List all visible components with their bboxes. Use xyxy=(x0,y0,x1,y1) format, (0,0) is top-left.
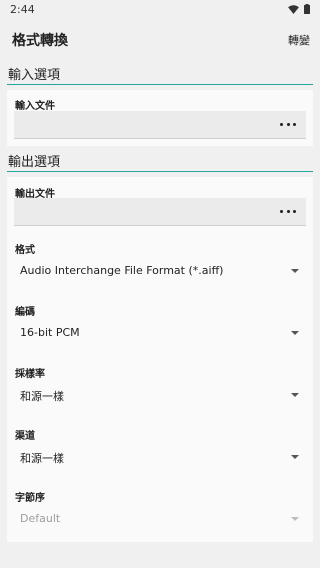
input-section-header: 輸入選項 xyxy=(7,63,313,85)
input-file-label: 輸入文件 xyxy=(15,101,55,112)
format-value: Audio Interchange File Format (*.aiff) xyxy=(20,264,224,277)
status-time: 2:44 xyxy=(10,3,35,16)
sample-rate-select[interactable]: 和源一樣 xyxy=(20,384,301,406)
byte-order-value: Default xyxy=(20,512,61,525)
byte-order-label: 字節序 xyxy=(15,493,45,504)
channels-label: 渠道 xyxy=(15,431,35,442)
channels-select[interactable]: 和源一樣 xyxy=(20,446,301,468)
app-bar: 格式轉換 轉變 xyxy=(0,20,320,58)
more-horiz-icon[interactable] xyxy=(280,117,296,131)
convert-button[interactable]: 轉變 xyxy=(288,32,310,48)
output-file-field[interactable] xyxy=(14,198,306,226)
dropdown-arrow-icon xyxy=(291,517,299,521)
sample-rate-value: 和源一樣 xyxy=(20,390,64,403)
sample-rate-label: 採樣率 xyxy=(15,369,45,380)
output-card: 輸出文件 格式 Audio Interchange File Format (*… xyxy=(7,177,313,542)
format-label: 格式 xyxy=(15,245,35,256)
format-select[interactable]: Audio Interchange File Format (*.aiff) xyxy=(20,260,301,282)
dropdown-arrow-icon xyxy=(291,269,299,273)
wifi-icon xyxy=(288,4,299,14)
channels-value: 和源一樣 xyxy=(20,452,64,465)
input-file-field[interactable] xyxy=(14,111,306,139)
encoding-select[interactable]: 16-bit PCM xyxy=(20,322,301,344)
more-horiz-icon[interactable] xyxy=(280,204,296,218)
encoding-value: 16-bit PCM xyxy=(20,326,80,339)
dropdown-arrow-icon xyxy=(291,455,299,459)
page-title: 格式轉換 xyxy=(12,33,68,49)
battery-icon xyxy=(304,4,310,14)
dropdown-arrow-icon xyxy=(291,393,299,397)
status-bar: 2:44 xyxy=(0,0,320,20)
input-card: 輸入文件 xyxy=(7,90,313,146)
output-section-header: 輸出選項 xyxy=(7,150,313,172)
status-icons xyxy=(288,4,310,14)
encoding-label: 編碼 xyxy=(15,307,35,318)
byte-order-select: Default xyxy=(20,508,301,530)
dropdown-arrow-icon xyxy=(291,331,299,335)
